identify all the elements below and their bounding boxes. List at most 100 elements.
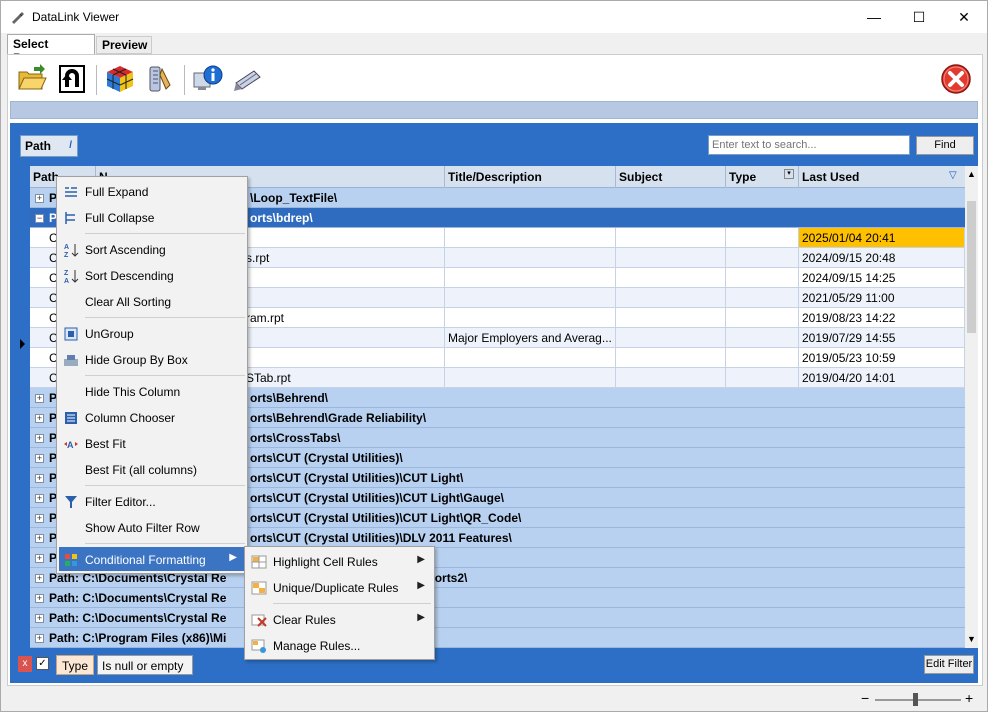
expand-row-icon[interactable]: + — [35, 494, 44, 503]
menu-item-show-auto-filter-row[interactable]: Show Auto Filter Row — [59, 515, 245, 539]
cell-type[interactable] — [726, 268, 799, 287]
cell-subject[interactable] — [616, 308, 726, 327]
column-header-type[interactable]: Type ▾ — [726, 166, 799, 188]
filter-enable-checkbox[interactable]: ✓ — [36, 657, 49, 670]
cell-last-used[interactable]: 2019/04/20 14:01 — [799, 368, 965, 387]
maximize-button[interactable]: ☐ — [896, 1, 942, 33]
clear-filter-button[interactable]: x — [18, 656, 32, 672]
menu-item-sort-ascending[interactable]: AZ Sort Ascending — [59, 237, 245, 261]
cell-title[interactable] — [445, 228, 616, 247]
cell-type[interactable] — [726, 248, 799, 267]
menu-item-highlight-cell-rules[interactable]: Highlight Cell Rules ▶ — [247, 549, 433, 573]
cell-title[interactable] — [445, 368, 616, 387]
expand-row-icon[interactable]: + — [35, 514, 44, 523]
menu-item-full-collapse[interactable]: Full Collapse — [59, 205, 245, 229]
cell-last-used[interactable]: 2019/08/23 14:22 — [799, 308, 965, 327]
expand-row-icon[interactable]: + — [35, 614, 44, 623]
expand-row-icon[interactable]: + — [35, 474, 44, 483]
menu-item-column-chooser[interactable]: Column Chooser — [59, 405, 245, 429]
find-button[interactable]: Find — [916, 136, 974, 155]
zoom-knob[interactable] — [913, 693, 918, 706]
cell-last-used[interactable]: 2021/05/29 11:00 — [799, 288, 965, 307]
minimize-button[interactable]: — — [851, 1, 897, 33]
menu-item-conditional-formatting[interactable]: Conditional Formatting ▶ — [59, 547, 245, 571]
menu-item-ungroup[interactable]: UnGroup — [59, 321, 245, 345]
info-icon[interactable] — [192, 63, 224, 95]
column-header-title[interactable]: Title/Description — [445, 166, 616, 188]
column-header-last-used[interactable]: Last Used ▽ — [799, 166, 965, 188]
cell-type[interactable] — [726, 368, 799, 387]
group-by-path-chip[interactable]: Path / — [20, 135, 78, 157]
menu-item-clear-rules[interactable]: Clear Rules ▶ — [247, 607, 433, 631]
zoom-out-icon[interactable]: − — [861, 690, 869, 706]
menu-item-hide-this-column[interactable]: Hide This Column — [59, 379, 245, 403]
cell-last-used[interactable]: 2024/09/15 20:48 — [799, 248, 965, 267]
cell-subject[interactable] — [616, 248, 726, 267]
filter-field[interactable]: Type — [56, 655, 94, 675]
cell-subject[interactable] — [616, 228, 726, 247]
menu-item-hide-group-by-box[interactable]: Hide Group By Box — [59, 347, 245, 371]
menu-item-filter-editor[interactable]: Filter Editor... — [59, 489, 245, 513]
cell-subject[interactable] — [616, 268, 726, 287]
expand-row-icon[interactable]: + — [35, 634, 44, 643]
cell-title[interactable] — [445, 248, 616, 267]
expand-row-icon[interactable]: + — [35, 534, 44, 543]
expand-row-icon[interactable]: + — [35, 414, 44, 423]
edit-filter-button[interactable]: Edit Filter — [924, 655, 974, 674]
expand-row-icon[interactable]: + — [35, 434, 44, 443]
expand-row-icon[interactable]: + — [35, 574, 44, 583]
group-row[interactable]: + Path: C:\Documents\Crystal Re — [30, 608, 965, 628]
vertical-scrollbar[interactable]: ▲ ▼ — [965, 166, 978, 648]
menu-item-best-fit[interactable]: A Best Fit — [59, 431, 245, 455]
cell-type[interactable] — [726, 328, 799, 347]
open-folder-icon[interactable] — [16, 63, 48, 95]
cell-last-used[interactable]: 2019/07/29 14:55 — [799, 328, 965, 347]
group-row[interactable]: +Path: C:\Program Files (x86)\Mi2011\ — [30, 628, 965, 648]
menu-item-sort-descending[interactable]: ZA Sort Descending — [59, 263, 245, 287]
expand-row-icon[interactable]: + — [35, 454, 44, 463]
menu-item-unique-duplicate-rules[interactable]: Unique/Duplicate Rules ▶ — [247, 575, 433, 599]
menu-item-best-fit-all-columns[interactable]: Best Fit (all columns) — [59, 457, 245, 481]
filter-condition[interactable]: Is null or empty — [97, 655, 193, 675]
expand-row-icon[interactable]: + — [35, 594, 44, 603]
cell-last-used[interactable]: 2019/05/23 10:59 — [799, 348, 965, 367]
column-header-subject[interactable]: Subject — [616, 166, 726, 188]
cell-type[interactable] — [726, 228, 799, 247]
tab-select-report[interactable]: Select Report — [7, 34, 95, 65]
zoom-in-icon[interactable]: + — [965, 690, 973, 706]
undo-icon[interactable] — [56, 63, 88, 95]
close-window-button[interactable]: ✕ — [941, 1, 987, 33]
cell-type[interactable] — [726, 308, 799, 327]
expand-row-icon[interactable]: + — [35, 394, 44, 403]
cell-subject[interactable] — [616, 368, 726, 387]
group-row[interactable]: + Path: C:\Documents\Crystal Re — [30, 588, 965, 608]
cell-last-used[interactable]: 2024/09/15 14:25 — [799, 268, 965, 287]
cell-title[interactable] — [445, 268, 616, 287]
cell-title[interactable] — [445, 288, 616, 307]
cell-title[interactable]: Major Employers and Averag... — [445, 328, 616, 347]
collapse-row-icon[interactable]: − — [35, 214, 44, 223]
cell-last-used[interactable]: 2025/01/04 20:41 — [799, 228, 965, 247]
cell-type[interactable] — [726, 348, 799, 367]
expand-row-icon[interactable]: + — [35, 194, 44, 203]
stop-icon[interactable] — [940, 63, 972, 95]
scroll-up-icon[interactable]: ▲ — [967, 169, 976, 179]
menu-item-full-expand[interactable]: Full Expand — [59, 179, 245, 203]
scroll-thumb[interactable] — [967, 201, 976, 333]
menu-item-manage-rules[interactable]: Manage Rules... — [247, 633, 433, 657]
cell-subject[interactable] — [616, 348, 726, 367]
menu-item-clear-all-sorting[interactable]: Clear All Sorting — [59, 289, 245, 313]
scroll-down-icon[interactable]: ▼ — [967, 634, 976, 644]
tools-icon[interactable] — [144, 63, 176, 95]
zoom-slider[interactable]: − + — [861, 690, 977, 707]
cell-subject[interactable] — [616, 328, 726, 347]
pencil-icon[interactable] — [232, 63, 264, 95]
cell-title[interactable] — [445, 308, 616, 327]
tab-preview[interactable]: Preview — [96, 36, 152, 54]
column-filter-icon[interactable]: ▾ — [784, 169, 794, 179]
cell-title[interactable] — [445, 348, 616, 367]
expand-row-icon[interactable]: + — [35, 554, 44, 563]
cell-subject[interactable] — [616, 288, 726, 307]
search-input[interactable] — [708, 135, 910, 155]
cell-type[interactable] — [726, 288, 799, 307]
